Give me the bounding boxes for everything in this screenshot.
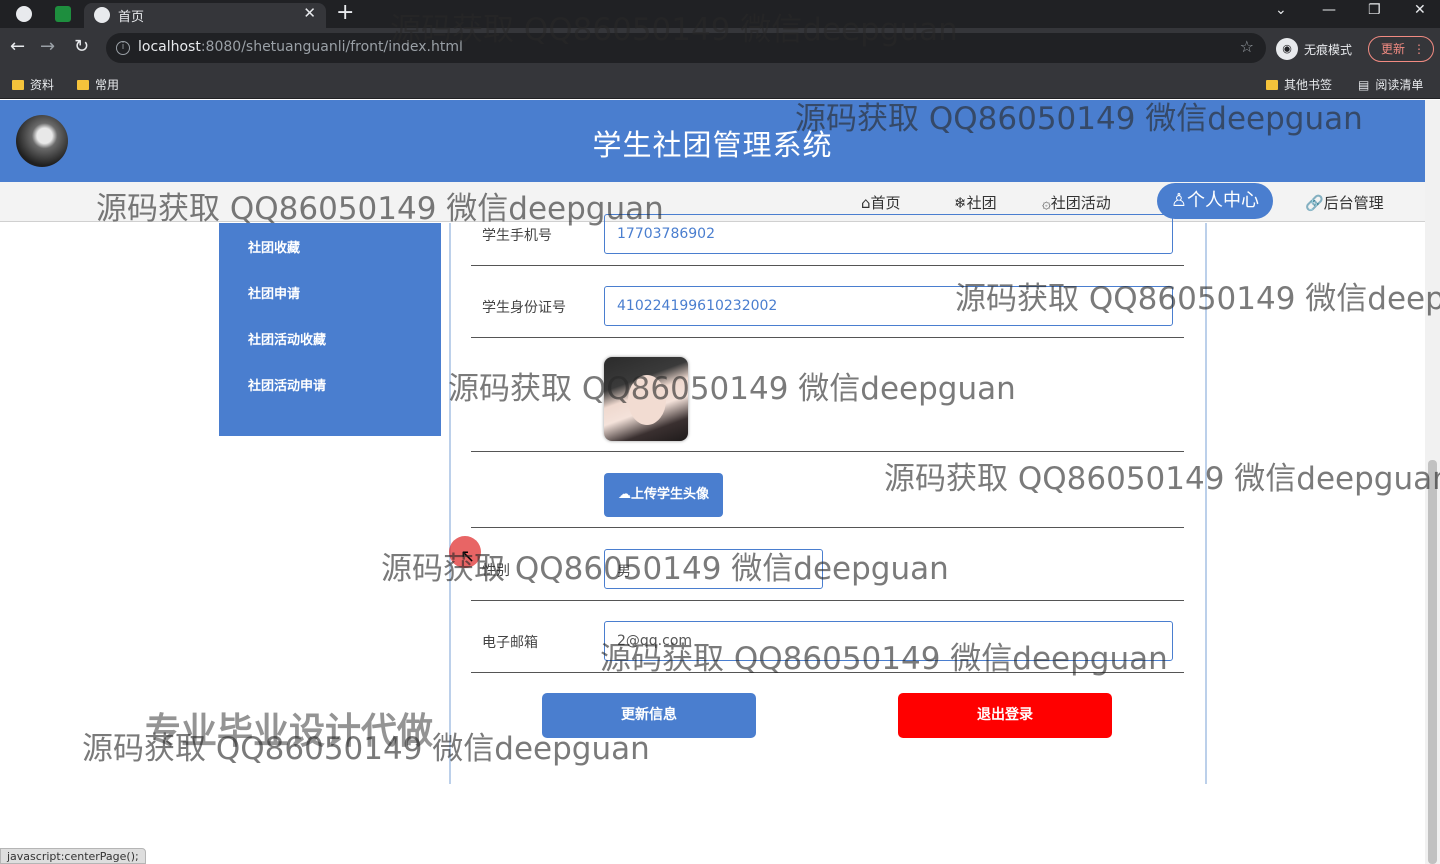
cloud-upload-icon: ☁ [617,487,631,502]
email-label: 电子邮箱 [482,635,538,651]
form-divider [471,265,1184,266]
bookmark-folder-changyong[interactable]: 常用 [77,76,119,93]
more-menu-icon[interactable]: ⋮ [1413,37,1425,61]
bookmark-label: 阅读清单 [1375,78,1424,92]
watermark: 源码获取 QQ86050149 微信deepguan [381,551,949,587]
forward-icon[interactable]: → [40,36,55,57]
update-button[interactable]: 更新 ⋮ [1368,36,1434,62]
bookmark-folder-ziliao[interactable]: 资料 [12,76,54,93]
phone-field[interactable]: 17703786902 [604,214,1173,254]
nav-personal-center[interactable]: ♙个人中心 [1157,183,1273,219]
url-host: localhost [138,39,201,55]
sidebar-item-activity-favorites[interactable]: 社团活动收藏 [248,329,326,348]
watermark: 源码获取 QQ86050149 微信deepguan [82,731,650,767]
incognito-icon: ◉ [1276,38,1298,60]
watermark: 源码获取 QQ86050149 微信deepguan [884,461,1440,497]
folder-icon [12,79,24,90]
reload-icon[interactable]: ↻ [74,36,89,57]
browser-tab[interactable]: 首页 ✕ [84,3,326,28]
incognito-indicator[interactable]: ◉ 无痕模式 [1276,36,1352,62]
folder-icon [77,79,89,90]
globe-icon[interactable] [16,6,32,22]
minimize-button[interactable]: — [1322,2,1336,18]
watermark: 源码获取 QQ86050149 微信deepguan [600,641,1168,677]
watermark: 源码获取 QQ86050149 微信deepguan [96,191,664,227]
logout-button[interactable]: 退出登录 [898,693,1112,738]
tab-search-icon[interactable]: ⌄ [1275,2,1287,18]
watermark: 源码获取 QQ86050149 微信deepguan [448,371,1016,407]
new-tab-button[interactable]: + [336,0,354,25]
watermark: 源码获取 QQ86050149 微信deepguan [390,12,958,48]
nav-admin[interactable]: 🔗后台管理 [1305,192,1384,213]
form-divider [471,451,1184,452]
nav-clubs[interactable]: ❄社团 [954,192,997,213]
bookmark-label: 资料 [30,78,55,92]
upload-label: 上传学生头像 [630,487,709,502]
tab-favicon-icon [94,7,110,23]
user-sidebar: 社团收藏 社团申请 社团活动收藏 社团活动申请 [219,223,441,436]
phone-label: 学生手机号 [482,228,552,244]
bookmark-star-icon[interactable]: ☆ [1240,37,1254,56]
scroll-thumb[interactable] [1428,460,1437,864]
incognito-label: 无痕模式 [1304,42,1353,57]
watermark: 源码获取 QQ86050149 微信deepguan [795,101,1363,137]
update-label: 更新 [1381,42,1406,56]
idcard-label: 学生身份证号 [482,300,566,316]
info-icon[interactable]: i [116,41,130,55]
tab-close-icon[interactable]: ✕ [303,4,316,22]
sidebar-item-activity-applications[interactable]: 社团活动申请 [248,375,326,394]
nav-club-activities[interactable]: ۞社团活动 [1042,192,1111,213]
form-divider [471,527,1184,528]
bookmark-folder-other[interactable]: 其他书签 [1266,76,1332,93]
close-window-button[interactable]: ✕ [1414,2,1426,18]
sidebar-item-club-favorites[interactable]: 社团收藏 [248,237,300,256]
folder-icon [1266,79,1278,90]
bookmark-label: 其他书签 [1284,78,1333,92]
sidebar-item-club-applications[interactable]: 社团申请 [248,283,300,302]
bookmark-label: 常用 [95,78,120,92]
status-bar: javascript:centerPage(); [0,848,146,864]
reading-list[interactable]: ▤ 阅读清单 [1358,76,1423,93]
reading-list-icon: ▤ [1358,77,1370,92]
form-divider [471,337,1184,338]
watermark: 源码获取 QQ86050149 微信deepgu [955,281,1440,317]
sheets-icon[interactable] [55,6,71,22]
back-icon[interactable]: ← [10,36,25,57]
restore-button[interactable]: ❐ [1368,2,1381,18]
tab-title: 首页 [118,10,145,25]
form-divider [471,600,1184,601]
nav-home[interactable]: ⌂首页 [861,192,901,213]
upload-avatar-button[interactable]: ☁上传学生头像 [604,473,723,517]
